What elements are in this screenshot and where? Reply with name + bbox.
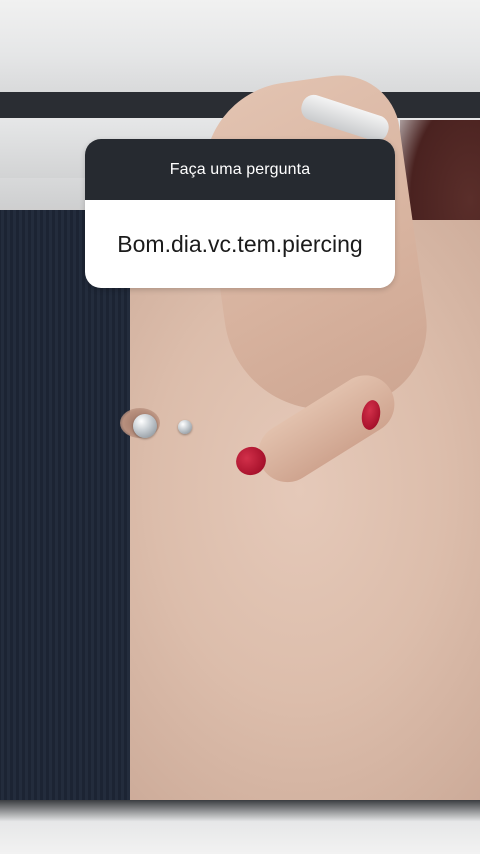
question-sticker-body: Bom.dia.vc.tem.piercing	[85, 200, 395, 288]
window-background	[0, 0, 480, 92]
question-sticker[interactable]: Faça uma pergunta Bom.dia.vc.tem.piercin…	[85, 139, 395, 288]
question-answer-text: Bom.dia.vc.tem.piercing	[117, 230, 363, 257]
piercing-ball-small	[178, 420, 192, 434]
bottom-window-edge	[0, 800, 480, 854]
navy-pants	[0, 210, 130, 850]
piercing-ball-large	[133, 414, 157, 438]
question-sticker-title: Faça uma pergunta	[169, 160, 311, 178]
question-sticker-header: Faça uma pergunta	[85, 139, 395, 200]
story-background-photo: Faça uma pergunta Bom.dia.vc.tem.piercin…	[0, 0, 480, 854]
